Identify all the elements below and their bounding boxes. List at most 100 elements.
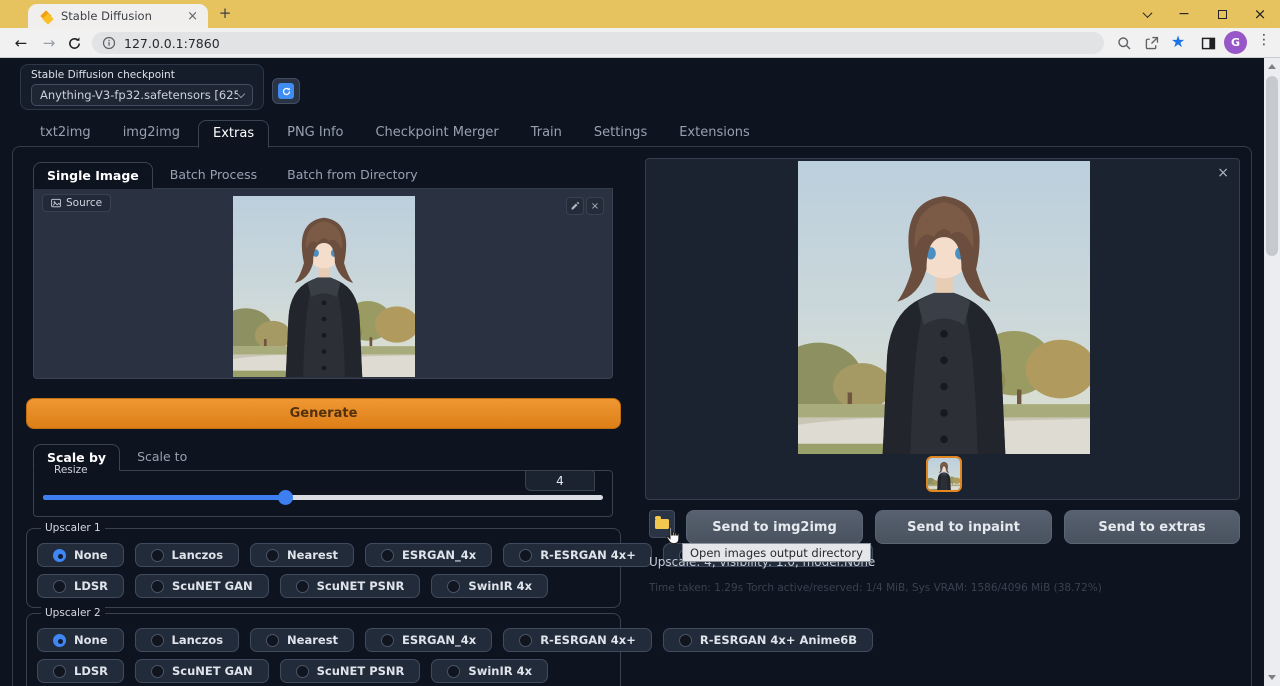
- tab-extensions[interactable]: Extensions: [665, 120, 764, 147]
- tab-close-icon[interactable]: ×: [185, 9, 200, 24]
- upscaler1-option-nearest[interactable]: Nearest: [250, 543, 354, 567]
- source-image-dropzone[interactable]: Source ×: [33, 189, 613, 379]
- subtab-single-image[interactable]: Single Image: [33, 162, 153, 189]
- upscaler2-group: Upscaler 2 None Lanczos Nearest ESRGAN_4…: [26, 613, 621, 686]
- upscaler2-option-swinir-4x[interactable]: SwinIR 4x: [431, 659, 548, 683]
- upscaler2-option-none[interactable]: None: [37, 628, 124, 652]
- output-thumbnail[interactable]: [926, 456, 962, 492]
- share-icon[interactable]: [1143, 35, 1160, 52]
- refresh-icon: [278, 83, 294, 99]
- radio-icon: [266, 634, 279, 647]
- tab-settings[interactable]: Settings: [580, 120, 661, 147]
- upscaler1-option-none[interactable]: None: [37, 543, 124, 567]
- browser-tab[interactable]: Stable Diffusion ×: [28, 4, 208, 28]
- tab-png-info[interactable]: PNG Info: [273, 120, 357, 147]
- upscaler1-label: Upscaler 1: [41, 522, 105, 534]
- radio-icon: [296, 580, 309, 593]
- checkpoint-selector: Stable Diffusion checkpoint Anything-V3-…: [20, 64, 264, 110]
- resize-slider-fill: [43, 495, 285, 500]
- upscaler1-option-esrgan-4x[interactable]: ESRGAN_4x: [365, 543, 492, 567]
- image-icon: [51, 198, 61, 208]
- upscaler1-option-ldsr[interactable]: LDSR: [37, 574, 124, 598]
- refresh-checkpoints-button[interactable]: [272, 78, 300, 104]
- clear-source-icon[interactable]: ×: [586, 197, 604, 215]
- tab-train[interactable]: Train: [517, 120, 576, 147]
- window-close-button[interactable]: ×: [1248, 0, 1272, 28]
- tab-txt2img[interactable]: txt2img: [26, 120, 105, 147]
- radio-icon: [447, 580, 460, 593]
- window-maximize-button[interactable]: [1210, 0, 1234, 28]
- close-gallery-icon[interactable]: ×: [1217, 165, 1229, 181]
- upscaler1-row2: LDSR ScuNET GAN ScuNET PSNR SwinIR 4x: [37, 574, 548, 598]
- main-tab-bar: txt2img img2img Extras PNG Info Checkpoi…: [26, 120, 764, 147]
- tab-extras[interactable]: Extras: [198, 120, 269, 148]
- scroll-down-arrow-icon[interactable]: [1268, 675, 1276, 680]
- resize-slider-handle[interactable]: [278, 490, 293, 505]
- output-gallery-panel: ×: [645, 158, 1240, 500]
- upscaler2-option-esrgan-4x[interactable]: ESRGAN_4x: [365, 628, 492, 652]
- window-menu-chevron-icon[interactable]: [1135, 0, 1159, 28]
- send-to-inpaint-button[interactable]: Send to inpaint: [875, 510, 1052, 544]
- upscaler2-option-r-esrgan-anime6b[interactable]: R-ESRGAN 4x+ Anime6B: [663, 628, 873, 652]
- new-tab-button[interactable]: +: [216, 5, 234, 23]
- mouse-pointer-cursor: [664, 526, 682, 548]
- radio-selected-icon: [53, 549, 66, 562]
- upscaler1-option-lanczos[interactable]: Lanczos: [135, 543, 240, 567]
- page-scrollbar[interactable]: [1264, 58, 1280, 686]
- upscaler1-option-scunet-psnr[interactable]: ScuNET PSNR: [280, 574, 421, 598]
- radio-icon: [151, 549, 164, 562]
- browser-titlebar: Stable Diffusion × + − ×: [0, 0, 1280, 28]
- upscaler2-option-scunet-psnr[interactable]: ScuNET PSNR: [280, 659, 421, 683]
- radio-icon: [381, 549, 394, 562]
- generate-button[interactable]: Generate: [26, 398, 621, 429]
- resize-label: Resize: [50, 464, 92, 476]
- resize-slider[interactable]: [43, 495, 603, 500]
- profile-avatar[interactable]: G: [1224, 31, 1247, 54]
- radio-icon: [679, 634, 692, 647]
- upscaler2-option-ldsr[interactable]: LDSR: [37, 659, 124, 683]
- send-to-extras-button[interactable]: Send to extras: [1064, 510, 1240, 544]
- upscaler2-option-scunet-gan[interactable]: ScuNET GAN: [135, 659, 269, 683]
- checkpoint-dropdown[interactable]: Anything-V3-fp32.safetensors [625a2ba2]: [31, 84, 253, 106]
- scroll-up-arrow-icon[interactable]: [1268, 64, 1276, 69]
- zoom-icon[interactable]: [1116, 35, 1133, 52]
- radio-icon: [381, 634, 394, 647]
- resize-value-input[interactable]: [525, 470, 595, 491]
- back-button[interactable]: ←: [10, 32, 32, 54]
- bookmark-star-icon[interactable]: ★: [1167, 31, 1189, 53]
- url-bar[interactable]: 127.0.0.1:7860: [92, 32, 1104, 54]
- upscaler1-option-r-esrgan-4x[interactable]: R-ESRGAN 4x+: [503, 543, 652, 567]
- radio-icon: [53, 580, 66, 593]
- stable-diffusion-page: Stable Diffusion checkpoint Anything-V3-…: [0, 58, 1264, 686]
- upscaler1-option-scunet-gan[interactable]: ScuNET GAN: [135, 574, 269, 598]
- subtab-batch-from-directory[interactable]: Batch from Directory: [274, 162, 431, 188]
- checkpoint-label: Stable Diffusion checkpoint: [31, 69, 253, 81]
- radio-icon: [519, 634, 532, 647]
- scrollbar-thumb[interactable]: [1266, 76, 1278, 256]
- upscaler2-option-nearest[interactable]: Nearest: [250, 628, 354, 652]
- output-image[interactable]: [798, 161, 1090, 454]
- window-minimize-button[interactable]: −: [1172, 0, 1196, 28]
- upscaler2-option-r-esrgan-4x[interactable]: R-ESRGAN 4x+: [503, 628, 652, 652]
- tab-scale-to[interactable]: Scale to: [124, 444, 200, 470]
- edit-pencil-icon[interactable]: [566, 197, 584, 215]
- stable-diffusion-favicon-icon: [40, 10, 53, 23]
- tab-checkpoint-merger[interactable]: Checkpoint Merger: [361, 120, 512, 147]
- screen: Stable Diffusion × + − × ← → 127.0.0.1:7…: [0, 0, 1280, 686]
- radio-icon: [266, 549, 279, 562]
- radio-icon: [296, 665, 309, 678]
- chevron-down-icon: [237, 89, 245, 97]
- radio-icon: [53, 665, 66, 678]
- upscaler1-option-swinir-4x[interactable]: SwinIR 4x: [431, 574, 548, 598]
- send-to-img2img-button[interactable]: Send to img2img: [686, 510, 863, 544]
- side-panel-icon[interactable]: [1200, 35, 1217, 52]
- tab-img2img[interactable]: img2img: [109, 120, 194, 147]
- subtab-batch-process[interactable]: Batch Process: [157, 162, 270, 188]
- browser-menu-kebab-icon[interactable]: ⋮: [1257, 32, 1271, 48]
- forward-button[interactable]: →: [38, 32, 60, 54]
- checkpoint-value: Anything-V3-fp32.safetensors [625a2ba2]: [40, 88, 238, 102]
- site-info-icon[interactable]: [102, 36, 116, 50]
- upscaler2-option-lanczos[interactable]: Lanczos: [135, 628, 240, 652]
- reload-icon[interactable]: [66, 35, 83, 52]
- upscaler2-label: Upscaler 2: [41, 607, 105, 619]
